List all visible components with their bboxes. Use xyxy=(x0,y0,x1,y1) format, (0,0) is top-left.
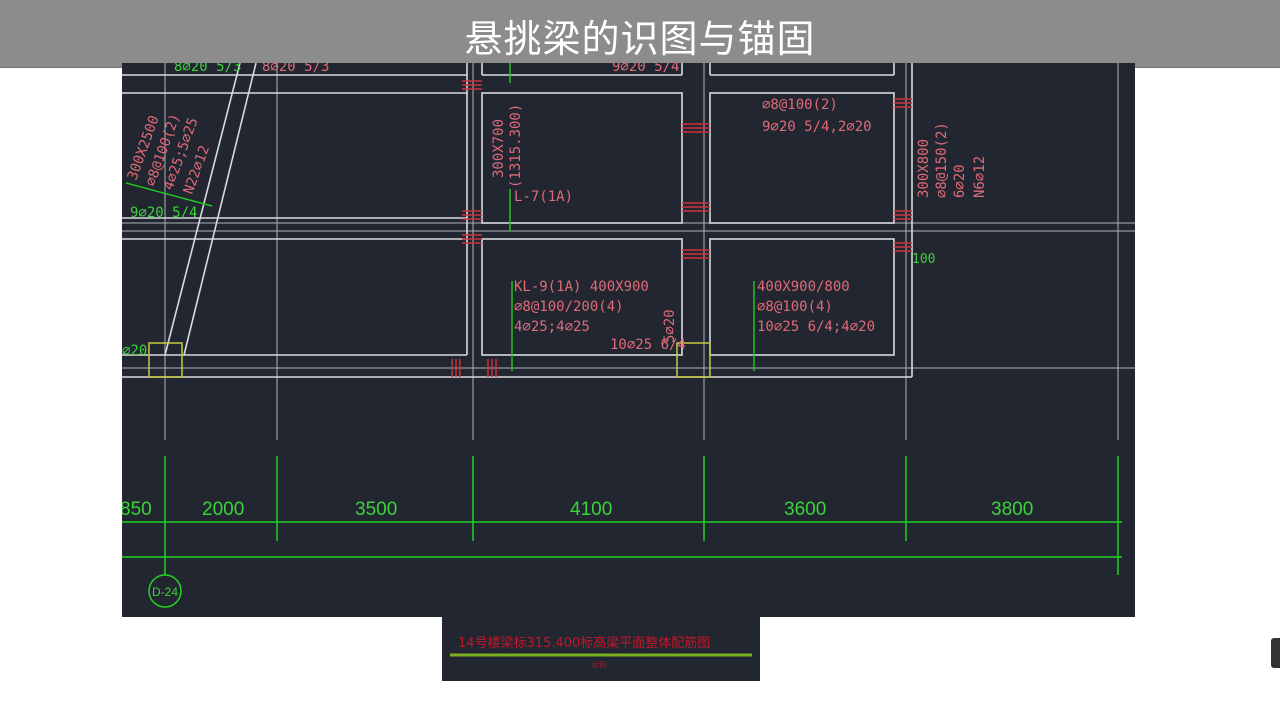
drawing-title-block: 14号楼梁标315.400标高梁平面整体配筋图 比例 xyxy=(442,617,760,681)
annot-br-3: 10⌀25 6/4;4⌀20 xyxy=(757,319,875,335)
annot-diag-green: 9⌀20 5/4 xyxy=(130,205,197,221)
annot-br-2: ⌀8@100(4) xyxy=(757,299,833,315)
drawing-title: 14号楼梁标315.400标高梁平面整体配筋图 xyxy=(458,635,710,651)
dim-2000: 2000 xyxy=(202,499,244,520)
dim-4100: 4100 xyxy=(570,499,612,520)
annot-top-mid: 9⌀20 5/4 xyxy=(612,63,679,75)
dim-3600: 3600 xyxy=(784,499,826,520)
annot-l7-elev: (1315.300) xyxy=(508,104,524,188)
beam-plan: 8⌀20 5/3 9⌀20 5/4 L-7(1A) ⌀8@100(2) 9⌀20… xyxy=(122,63,1135,608)
annot-l7-size: 300X700 xyxy=(491,119,507,178)
dimension-labels: 850 2000 3500 4100 3600 3800 D-24 xyxy=(122,499,1033,599)
annot-top-left-green: 8⌀20 5/3 xyxy=(174,63,241,75)
drawing-scale: 比例 xyxy=(592,660,606,669)
annot-br-1: 400X900/800 xyxy=(757,279,850,295)
dim-3500: 3500 xyxy=(355,499,397,520)
annot-kl9-2: ⌀8@100/200(4) xyxy=(514,299,624,315)
annot-right-3: 6⌀20 xyxy=(952,164,968,198)
axis-label: D-24 xyxy=(152,585,178,599)
annot-tr-1: ⌀8@100(2) xyxy=(762,97,838,113)
dim-3800: 3800 xyxy=(991,499,1033,520)
title-block-svg: 14号楼梁标315.400标高梁平面整体配筋图 比例 xyxy=(450,635,752,669)
annot-left-green: ⌀20 xyxy=(122,343,147,359)
annot-right-1: 300X800 xyxy=(916,139,932,198)
annot-tr-2: 9⌀20 5/4,2⌀20 xyxy=(762,119,872,135)
video-title: 悬挑梁的识图与锚固 xyxy=(464,17,816,61)
beam-labels: 8⌀20 5/3 9⌀20 5/4 L-7(1A) ⌀8@100(2) 9⌀20… xyxy=(125,63,988,353)
cad-drawing: 8⌀20 5/3 9⌀20 5/4 L-7(1A) ⌀8@100(2) 9⌀20… xyxy=(122,63,1135,617)
annot-top-left-red: 8⌀20 5/3 xyxy=(262,63,329,75)
annot-kl9-5: 5⌀20 xyxy=(662,309,678,343)
leader-lines xyxy=(125,63,755,371)
annot-right-green: 100 xyxy=(912,252,935,267)
title-bar: 悬挑梁的识图与锚固 xyxy=(0,0,1280,68)
annot-right-2: ⌀8@150(2) xyxy=(934,122,950,198)
annot-l7-name: L-7(1A) xyxy=(514,189,573,205)
annot-kl9-1: KL-9(1A) 400X900 xyxy=(514,279,649,295)
side-handle xyxy=(1271,638,1280,668)
grid-lines xyxy=(122,63,1135,440)
annot-right-4: N6⌀12 xyxy=(972,156,988,198)
dim-850: 850 xyxy=(122,499,152,520)
dimension-lines xyxy=(122,456,1122,608)
annot-kl9-3: 4⌀25;4⌀25 xyxy=(514,319,590,335)
